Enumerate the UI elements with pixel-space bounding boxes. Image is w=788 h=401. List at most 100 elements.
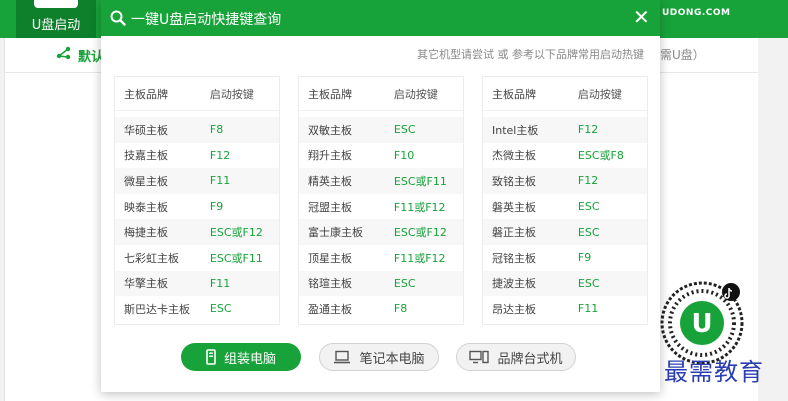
desktop-button[interactable]: 组装电脑	[181, 343, 301, 371]
boot-key: F12	[577, 174, 599, 188]
table-row: 昂达主板 F11	[483, 296, 647, 322]
brand-name: 昂达主板	[492, 302, 536, 316]
brand-name: 华擎主板	[124, 277, 168, 291]
monitor-tower-icon	[469, 350, 490, 364]
boot-key: F11	[577, 302, 599, 316]
brand-name: 磐英主板	[492, 200, 536, 214]
laptop-button-label: 笔记本电脑	[359, 351, 425, 367]
brand-name: 冠盟主板	[308, 200, 352, 214]
boot-key: F12	[209, 148, 231, 162]
brand-column-header: 主板品牌	[492, 87, 536, 101]
brand-pc-button[interactable]: 品牌台式机	[456, 343, 576, 371]
table-row: 翔升主板 F10	[299, 143, 463, 169]
table-row: 致铭主板 F12	[483, 168, 647, 194]
table-row: 双敏主板 ESC	[299, 117, 463, 143]
table-row: Intel主板 F12	[483, 117, 647, 143]
boot-key: F11	[209, 276, 231, 290]
boot-key: F12	[577, 123, 599, 137]
brand-name: 盈通主板	[308, 302, 352, 316]
boot-key: ESC或F12	[209, 226, 263, 240]
table-row: 映泰主板 F9	[115, 194, 279, 220]
table-row: 梅捷主板 ESC或F12	[115, 219, 279, 245]
dialog-header: 一键U盘启动快捷键查询 ✕	[101, 0, 660, 36]
brand-name: 铭瑄主板	[308, 277, 352, 291]
table-row: 微星主板 F11	[115, 168, 279, 194]
brand-name: 顶星主板	[308, 251, 352, 265]
brand-table: 主板品牌 启动按键华硕主板 F8 技嘉主板 F12 微星主板 F11 映泰主板 F9 梅捷主板 ES…	[114, 76, 280, 325]
brand-name: 捷波主板	[492, 277, 536, 291]
boot-key: F11或F12	[393, 251, 446, 265]
brand-column-header: 主板品牌	[124, 87, 168, 101]
boot-key: F8	[393, 302, 408, 316]
brand-name: 致铭主板	[492, 174, 536, 188]
boot-key: ESC或F11	[393, 174, 447, 188]
table-header: 主板品牌 启动按键	[115, 77, 279, 111]
logo-text: UDONG.COM	[662, 8, 731, 18]
table-row: 精英主板 ESC或F11	[299, 168, 463, 194]
boot-key: F10	[393, 148, 415, 162]
table-row: 斯巴达卡主板 ESC	[115, 296, 279, 322]
brand-pc-button-label: 品牌台式机	[497, 351, 563, 367]
boot-key: F9	[209, 200, 224, 214]
watermark-text: 最需教育	[664, 358, 764, 386]
brand-name: 富士康主板	[308, 226, 363, 240]
share-nodes-icon	[56, 46, 72, 64]
brand-name: 精英主板	[308, 174, 352, 188]
dialog-title: 一键U盘启动快捷键查询	[131, 12, 282, 28]
brand-name: 磐正主板	[492, 226, 536, 240]
table-row: 盈通主板 F8	[299, 296, 463, 322]
brand-name: 斯巴达卡主板	[124, 302, 190, 316]
key-column-header: 启动按键	[209, 87, 254, 101]
brand-name: 翔升主板	[308, 149, 352, 163]
boot-key: ESC或F11	[209, 251, 263, 265]
brand-name: 冠铭主板	[492, 251, 536, 265]
table-header: 主板品牌 启动按键	[299, 77, 463, 111]
brand-table: 主板品牌 启动按键 双敏主板 ESC 翔升主板 F10 精英主板 ESC或F11 冠盟主板 F11…	[298, 76, 464, 325]
desktop-tower-icon	[206, 349, 216, 365]
key-column-header: 启动按键	[393, 87, 438, 101]
boot-key: F11或F12	[393, 200, 446, 214]
tab-usb-boot[interactable]: U盘启动	[16, 0, 96, 38]
brand-name: 七彩虹主板	[124, 251, 179, 265]
brand-name: Intel主板	[492, 123, 539, 137]
table-row: 七彩虹主板 ESC或F11	[115, 245, 279, 271]
desktop-button-label: 组装电脑	[223, 351, 276, 367]
brand-name: 双敏主板	[308, 123, 352, 137]
brand-name: 杰微主板	[492, 149, 536, 163]
boot-key: ESC	[577, 200, 600, 214]
table-row: 捷波主板 ESC	[483, 270, 647, 297]
tab-indicator	[34, 0, 78, 8]
boot-key: ESC	[393, 276, 416, 290]
boot-key: F8	[209, 123, 224, 137]
table-row: 杰微主板 ESC或F8	[483, 143, 647, 169]
tab-usb-boot-label: U盘启动	[31, 18, 81, 33]
brand-name: 华硕主板	[124, 123, 168, 137]
brand-column-header: 主板品牌	[308, 87, 352, 101]
boot-key: F9	[577, 251, 592, 265]
key-column-header: 启动按键	[577, 87, 622, 101]
boot-key: ESC	[209, 302, 232, 316]
table-row: 磐英主板 ESC	[483, 194, 647, 220]
brand-table: 主板品牌 启动按键 Intel主板 F12 杰微主板 ESC或F8 致铭主板 F12 磐英主板 E…	[482, 76, 648, 325]
table-row: 冠盟主板 F11或F12	[299, 194, 463, 220]
table-row: 磐正主板 ESC	[483, 219, 647, 245]
laptop-button[interactable]: 笔记本电脑	[319, 343, 439, 371]
laptop-icon	[333, 350, 351, 364]
boot-key: ESC或F12	[393, 226, 447, 240]
right-hint: 需U盘）	[660, 48, 705, 62]
brand-name: 梅捷主板	[124, 226, 168, 240]
boot-key: ESC	[577, 276, 600, 290]
boot-key: F11	[209, 174, 231, 188]
boot-key: ESC	[577, 225, 600, 239]
brand-name: 映泰主板	[124, 200, 168, 214]
table-row: 华硕主板 F8	[115, 117, 279, 143]
table-row: 技嘉主板 F12	[115, 143, 279, 169]
svg-text:U: U	[691, 309, 712, 339]
brand-name: 技嘉主板	[124, 149, 168, 163]
table-row: 铭瑄主板 ESC	[299, 270, 463, 297]
table-header: 主板品牌 启动按键	[483, 77, 647, 111]
close-icon[interactable]: ✕	[633, 6, 650, 28]
boot-key: ESC或F8	[577, 149, 624, 163]
table-row: 冠铭主板 F9	[483, 245, 647, 271]
table-row: 富士康主板 ESC或F12	[299, 219, 463, 245]
